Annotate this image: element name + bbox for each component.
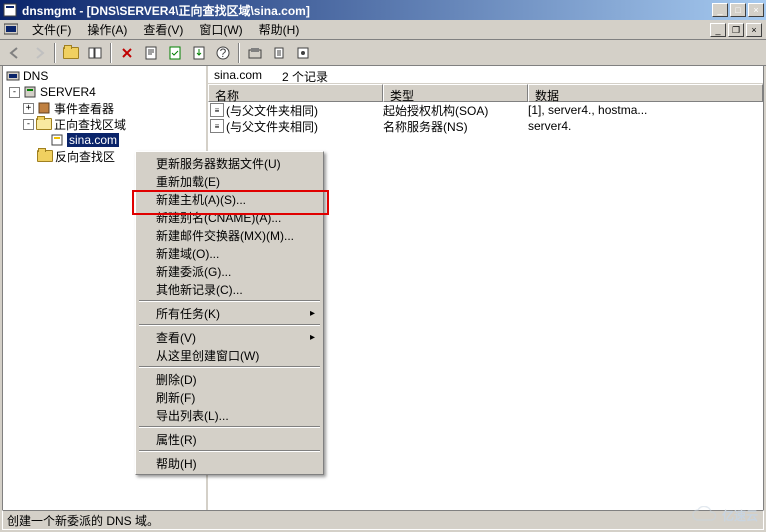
ctx-new-alias[interactable]: 新建别名(CNAME)(A)... — [138, 208, 321, 226]
separator — [139, 324, 320, 326]
separator — [54, 43, 56, 63]
ctx-new-window[interactable]: 从这里创建窗口(W) — [138, 346, 321, 364]
list-row[interactable]: ≡(与父文件夹相同) 起始授权机构(SOA) [1], server4., ho… — [208, 102, 763, 118]
ctx-new-host[interactable]: 新建主机(A)(S)... — [138, 190, 321, 208]
action1-button[interactable] — [244, 42, 266, 64]
up-button[interactable] — [60, 42, 82, 64]
ctx-update-file[interactable]: 更新服务器数据文件(U) — [138, 154, 321, 172]
statusbar-text: 创建一个新委派的 DNS 域。 — [7, 512, 159, 529]
ctx-new-delegation[interactable]: 新建委派(G)... — [138, 262, 321, 280]
export-button[interactable] — [188, 42, 210, 64]
back-button[interactable] — [4, 42, 26, 64]
action3-button[interactable] — [292, 42, 314, 64]
close-button[interactable]: × — [748, 3, 764, 17]
col-data[interactable]: 数据 — [528, 84, 763, 102]
record-icon: ≡ — [210, 103, 224, 117]
separator — [139, 366, 320, 368]
record-count-label: 2 个记录 — [282, 68, 328, 81]
list-row[interactable]: ≡(与父文件夹相同) 名称服务器(NS) server4. — [208, 118, 763, 134]
ctx-refresh[interactable]: 刷新(F) — [138, 388, 321, 406]
zone-icon — [49, 133, 65, 147]
record-icon: ≡ — [210, 119, 224, 133]
ctx-reload[interactable]: 重新加载(E) — [138, 172, 321, 190]
cell: (与父文件夹相同) — [226, 102, 318, 119]
properties-button[interactable] — [140, 42, 162, 64]
child-restore-button[interactable]: ❐ — [728, 23, 744, 37]
col-type[interactable]: 类型 — [383, 84, 528, 102]
child-minimize-button[interactable]: _ — [710, 23, 726, 37]
menu-file[interactable]: 文件(F) — [24, 19, 79, 40]
folder-open-icon — [36, 117, 52, 131]
ctx-help[interactable]: 帮助(H) — [138, 454, 321, 472]
dns-icon — [5, 69, 21, 83]
ctx-new-mx[interactable]: 新建邮件交换器(MX)(M)... — [138, 226, 321, 244]
tree-forward-zone[interactable]: - 正向查找区域 — [5, 116, 204, 132]
zone-name-label: sina.com — [214, 68, 262, 81]
cell: (与父文件夹相同) — [226, 118, 318, 135]
separator — [110, 43, 112, 63]
folder-icon — [37, 149, 53, 163]
separator — [139, 426, 320, 428]
refresh-button[interactable] — [164, 42, 186, 64]
show-tree-button[interactable] — [84, 42, 106, 64]
cell: 名称服务器(NS) — [383, 118, 528, 135]
app-icon — [2, 2, 18, 18]
tree-label: 正向查找区域 — [54, 116, 126, 133]
tree-eventviewer[interactable]: + 事件查看器 — [5, 100, 204, 116]
minimize-button[interactable]: _ — [712, 3, 728, 17]
tree-zone-sina[interactable]: sina.com — [5, 132, 204, 148]
tree-label: 反向查找区 — [55, 148, 115, 165]
ctx-properties[interactable]: 属性(R) — [138, 430, 321, 448]
menu-view[interactable]: 查看(V) — [135, 19, 191, 40]
ctx-delete[interactable]: 删除(D) — [138, 370, 321, 388]
separator — [139, 300, 320, 302]
help-button[interactable]: ? — [212, 42, 234, 64]
cell: server4. — [528, 119, 763, 133]
cell: 起始授权机构(SOA) — [383, 102, 528, 119]
separator — [238, 43, 240, 63]
context-menu: 更新服务器数据文件(U) 重新加载(E) 新建主机(A)(S)... 新建别名(… — [135, 151, 324, 475]
tree-label: SERVER4 — [40, 85, 96, 99]
delete-button[interactable] — [116, 42, 138, 64]
ctx-view[interactable]: 查看(V) — [138, 328, 321, 346]
action2-button[interactable] — [268, 42, 290, 64]
server-icon — [22, 85, 38, 99]
collapse-icon[interactable]: - — [23, 119, 34, 130]
cell: [1], server4., hostma... — [528, 103, 763, 117]
separator — [139, 450, 320, 452]
forward-button[interactable] — [28, 42, 50, 64]
expand-icon[interactable]: + — [23, 103, 34, 114]
menu-action[interactable]: 操作(A) — [79, 19, 135, 40]
window-title: dnsmgmt - [DNS\SERVER4\正向查找区域\sina.com] — [22, 2, 712, 19]
maximize-button[interactable]: □ — [730, 3, 746, 17]
ctx-new-domain[interactable]: 新建域(O)... — [138, 244, 321, 262]
mmc-icon — [4, 22, 20, 38]
collapse-icon[interactable]: - — [9, 87, 20, 98]
book-icon — [36, 101, 52, 115]
tree-server[interactable]: - SERVER4 — [5, 84, 204, 100]
ctx-export-list[interactable]: 导出列表(L)... — [138, 406, 321, 424]
ctx-other-records[interactable]: 其他新记录(C)... — [138, 280, 321, 298]
tree-root[interactable]: DNS — [5, 68, 204, 84]
child-close-button[interactable]: × — [746, 23, 762, 37]
col-name[interactable]: 名称 — [208, 84, 383, 102]
tree-label-selected: sina.com — [67, 133, 119, 147]
menu-help[interactable]: 帮助(H) — [251, 19, 308, 40]
tree-label: 事件查看器 — [54, 100, 114, 117]
svg-text:?: ? — [220, 46, 227, 60]
menu-window[interactable]: 窗口(W) — [191, 19, 250, 40]
tree-label: DNS — [23, 69, 48, 83]
ctx-all-tasks[interactable]: 所有任务(K) — [138, 304, 321, 322]
